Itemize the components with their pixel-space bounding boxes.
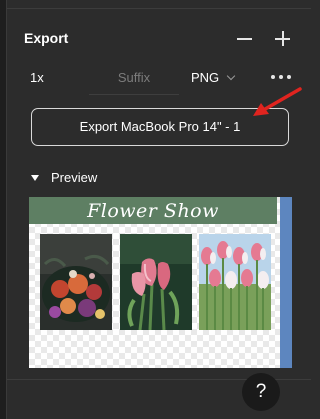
preview-thumbnail: Flower Show — [29, 197, 292, 368]
preview-banner-title: Flower Show — [87, 200, 219, 222]
red-arrow-annotation — [253, 87, 302, 116]
scale-select[interactable]: 1x — [30, 70, 44, 85]
collapse-caret-icon[interactable] — [31, 175, 39, 181]
suffix-underline — [89, 94, 179, 95]
suffix-input[interactable]: Suffix — [89, 70, 179, 85]
canvas-edge — [0, 0, 7, 419]
plus-icon[interactable] — [272, 26, 294, 50]
preview-photo-calla-lilies — [120, 234, 192, 330]
chevron-down-icon[interactable] — [226, 71, 236, 81]
export-title: Export — [24, 30, 69, 46]
preview-side-bar — [280, 197, 292, 368]
export-header: Export — [24, 26, 297, 52]
preview-label: Preview — [51, 170, 98, 185]
preview-photo-tulips — [199, 234, 271, 330]
help-button[interactable]: ? — [242, 373, 280, 411]
format-select[interactable]: PNG — [191, 70, 219, 85]
preview-photo-bouquet — [40, 234, 112, 330]
section-divider — [7, 8, 311, 9]
minus-icon[interactable] — [234, 26, 256, 50]
